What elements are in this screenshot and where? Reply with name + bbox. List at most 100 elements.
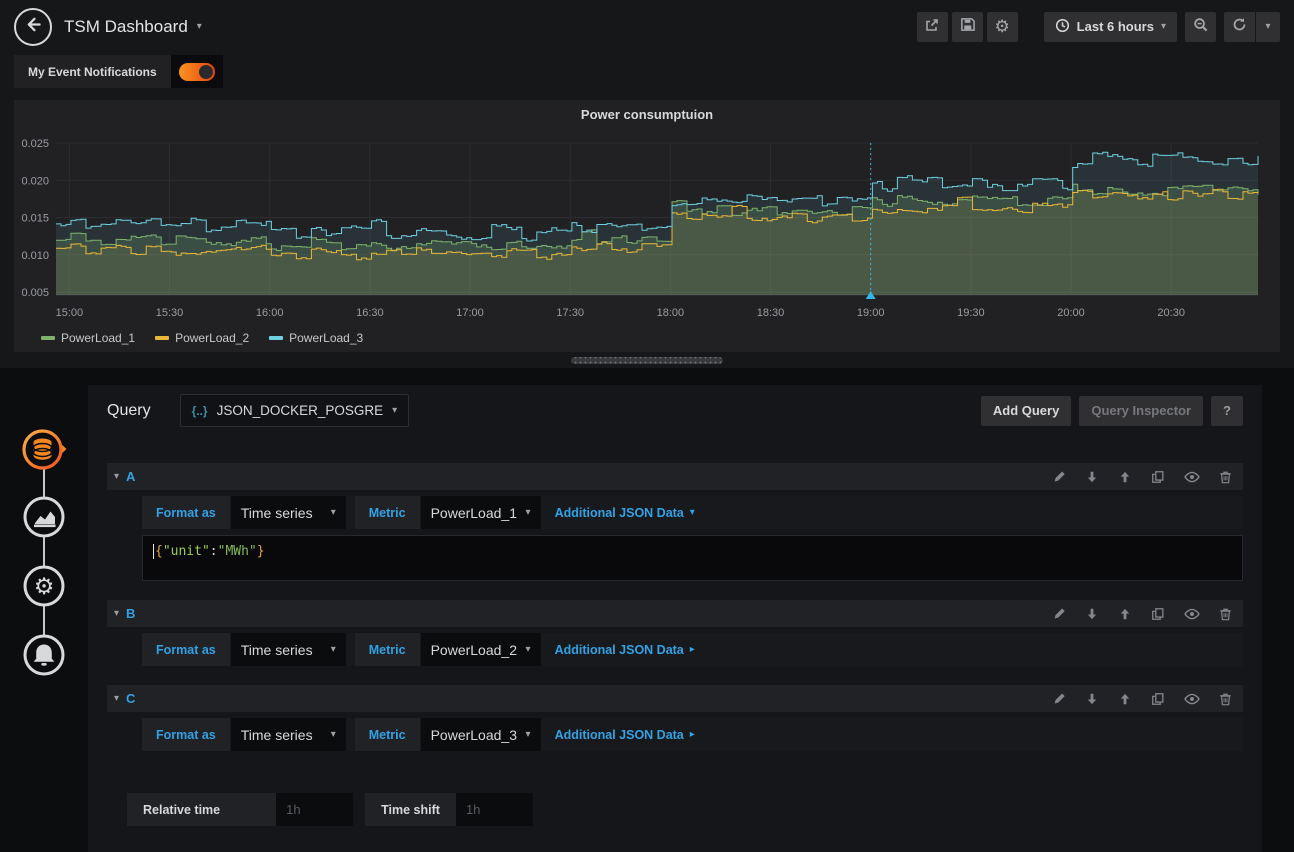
query-controls-row: Format as Time series ▾ Metric PowerLoad… [142,496,1243,529]
legend-item-powerload_1[interactable]: PowerLoad_1 [41,331,135,345]
time-shift-input[interactable] [456,793,533,826]
add-query-button[interactable]: Add Query [981,396,1071,426]
save-button[interactable] [952,12,983,42]
share-button[interactable] [917,12,948,42]
svg-text:15:30: 15:30 [156,307,184,319]
svg-text:0.005: 0.005 [21,287,49,299]
disable-eye-icon[interactable] [1184,471,1200,483]
settings-button[interactable]: ⚙ [987,12,1018,42]
dashboard-title-menu[interactable]: TSM Dashboard ▾ [64,17,202,37]
collapse-caret-icon[interactable]: ▾ [114,471,119,482]
dashboard-submenu: My Event Notifications [0,53,1294,100]
tab-visualization[interactable] [21,494,67,540]
svg-text:0.020: 0.020 [21,175,49,187]
trash-icon[interactable] [1219,692,1232,706]
format-as-value: Time series [241,642,313,658]
additional-json-data-toggle[interactable]: Additional JSON Data ▸ [541,633,709,666]
additional-json-data-label: Additional JSON Data [555,728,684,742]
move-down-icon[interactable] [1085,692,1099,706]
metric-select[interactable]: PowerLoad_2 ▾ [421,633,541,666]
tab-general[interactable]: ⚙ [21,563,67,609]
chevron-down-icon: ▾ [526,729,531,740]
json-value: "MWh" [218,544,257,559]
duplicate-icon[interactable] [1151,607,1165,621]
metric-label: Metric [355,718,420,751]
edit-pencil-icon[interactable] [1053,692,1066,705]
top-nav-bar: TSM Dashboard ▾ ⚙ Last 6 hours ▾ [0,0,1294,53]
svg-text:19:30: 19:30 [957,307,985,319]
legend-series-name: PowerLoad_1 [61,331,135,345]
edit-pencil-icon[interactable] [1053,607,1066,620]
legend-item-powerload_2[interactable]: PowerLoad_2 [155,331,249,345]
relative-time-input[interactable] [276,793,353,826]
format-as-select[interactable]: Time series ▾ [231,718,346,751]
page-title: TSM Dashboard [64,17,188,37]
additional-json-data-toggle[interactable]: Additional JSON Data ▸ [541,718,709,751]
disable-eye-icon[interactable] [1184,608,1200,620]
refresh-button[interactable] [1224,12,1255,42]
metric-label: Metric [355,496,420,529]
panel-resize-handle[interactable] [571,357,723,364]
disable-eye-icon[interactable] [1184,693,1200,705]
tab-queries[interactable] [21,427,67,473]
chevron-down-icon: ▾ [1265,21,1270,32]
format-as-select[interactable]: Time series ▾ [231,633,346,666]
query-ref-id[interactable]: B [126,606,135,621]
datasource-dropdown[interactable]: {..} JSON_DOCKER_POSGRE ▾ [180,394,410,427]
legend-item-powerload_3[interactable]: PowerLoad_3 [269,331,363,345]
duplicate-icon[interactable] [1151,692,1165,706]
format-as-select[interactable]: Time series ▾ [231,496,346,529]
additional-json-data-toggle[interactable]: Additional JSON Data ▾ [541,496,709,529]
duplicate-icon[interactable] [1151,470,1165,484]
json-open-brace: { [155,544,163,559]
zoom-out-button[interactable] [1185,12,1216,42]
move-up-icon[interactable] [1118,692,1132,706]
metric-select[interactable]: PowerLoad_3 ▾ [421,718,541,751]
database-icon [21,460,67,477]
toggle-knob [199,65,213,79]
svg-text:18:00: 18:00 [657,307,685,319]
refresh-interval-dropdown[interactable]: ▾ [1256,12,1280,42]
trash-icon[interactable] [1219,470,1232,484]
query-inspector-button[interactable]: Query Inspector [1079,396,1203,426]
event-notifications-control: My Event Notifications [14,55,223,88]
chevron-down-icon: ▾ [197,21,202,32]
back-button[interactable] [14,8,52,46]
move-up-icon[interactable] [1118,470,1132,484]
json-data-editor[interactable]: {"unit":"MWh"} [142,535,1243,581]
clock-icon [1055,18,1070,36]
move-up-icon[interactable] [1118,607,1132,621]
edit-pencil-icon[interactable] [1053,470,1066,483]
query-row-header[interactable]: ▾ C [107,685,1243,712]
metric-label: Metric [355,633,420,666]
query-ref-id[interactable]: A [126,469,135,484]
query-row-header[interactable]: ▾ A [107,463,1243,490]
query-row-c: ▾ C Format as [107,685,1243,751]
tab-alert[interactable] [21,632,67,678]
chevron-down-icon: ▾ [392,405,397,416]
json-close-brace: } [257,544,265,559]
svg-text:17:30: 17:30 [556,307,584,319]
collapse-caret-icon[interactable]: ▾ [114,693,119,704]
query-options-row: Relative time Time shift [127,793,1243,826]
move-down-icon[interactable] [1085,607,1099,621]
help-button[interactable]: ? [1211,396,1243,426]
move-down-icon[interactable] [1085,470,1099,484]
svg-text:17:00: 17:00 [456,307,484,319]
trash-icon[interactable] [1219,607,1232,621]
query-ref-id[interactable]: C [126,691,135,706]
collapse-caret-icon[interactable]: ▾ [114,608,119,619]
event-notifications-toggle[interactable] [171,55,223,88]
chart-svg[interactable]: 0.0050.0100.0150.0200.02515:0015:3016:00… [14,100,1280,352]
svg-text:20:30: 20:30 [1157,307,1185,319]
metric-select[interactable]: PowerLoad_1 ▾ [421,496,541,529]
time-range-picker[interactable]: Last 6 hours ▾ [1044,12,1177,42]
toggle-on-switch[interactable] [179,63,215,81]
chart-icon [21,527,67,544]
svg-text:0.015: 0.015 [21,213,49,225]
query-row-header[interactable]: ▾ B [107,600,1243,627]
arrow-left-icon [24,15,43,39]
panel-title[interactable]: Power consumptuion [14,107,1280,122]
chevron-down-icon: ▾ [331,729,336,740]
format-as-label: Format as [142,496,230,529]
